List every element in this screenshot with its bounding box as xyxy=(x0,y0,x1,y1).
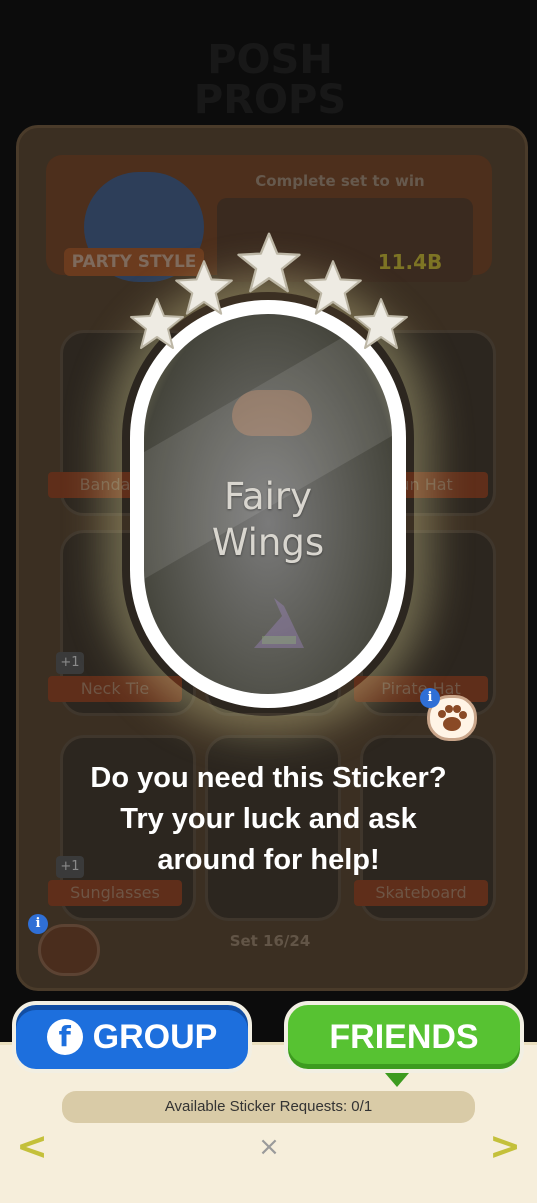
close-icon[interactable]: × xyxy=(254,1132,284,1162)
selected-pointer xyxy=(385,1073,409,1087)
set-progress: Set 16/24 xyxy=(229,932,311,950)
witch-hat-icon xyxy=(254,598,304,648)
sticker-slot-label: Neck Tie xyxy=(48,676,182,702)
sticker-slot-label: Skateboard xyxy=(354,880,488,906)
star-icon xyxy=(237,232,301,293)
sticker-request-prompt: Do you need this Sticker? Try your luck … xyxy=(30,758,507,881)
prize-value: 11.4B xyxy=(377,250,443,274)
group-button-label: GROUP xyxy=(92,1017,218,1056)
prompt-line: Try your luck and ask xyxy=(120,803,417,835)
paw-request-button xyxy=(38,924,100,976)
sticker-name: Fairy Wings xyxy=(144,474,392,566)
info-icon[interactable]: i xyxy=(420,688,440,708)
next-arrow-icon[interactable]: > xyxy=(489,1127,521,1165)
available-requests: Available Sticker Requests: 0/1 xyxy=(62,1091,475,1123)
sticker-name-line1: Fairy xyxy=(224,475,312,518)
friends-button-label: FRIENDS xyxy=(329,1017,479,1056)
sticker-slot-label: Sunglasses xyxy=(48,880,182,906)
complete-set-text: Complete set to win xyxy=(255,172,425,190)
hat-icon xyxy=(232,390,312,436)
star-icon xyxy=(175,260,233,315)
group-button[interactable]: f GROUP xyxy=(12,1001,252,1073)
sticker-name-line2: Wings xyxy=(211,521,325,564)
info-icon: i xyxy=(28,914,48,934)
duplicate-count-badge: +1 xyxy=(56,652,84,674)
sticker-face: Fairy Wings xyxy=(144,314,392,694)
background-title: POSH PROPS xyxy=(193,37,347,123)
friends-button[interactable]: FRIENDS xyxy=(284,1001,524,1073)
prompt-line: around for help! xyxy=(157,844,380,876)
previous-arrow-icon[interactable]: < xyxy=(16,1127,48,1165)
facebook-icon: f xyxy=(46,1019,83,1055)
prompt-line: Do you need this Sticker? xyxy=(90,762,447,794)
star-icon xyxy=(354,298,408,349)
sticker-card: Fairy Wings xyxy=(130,300,406,708)
